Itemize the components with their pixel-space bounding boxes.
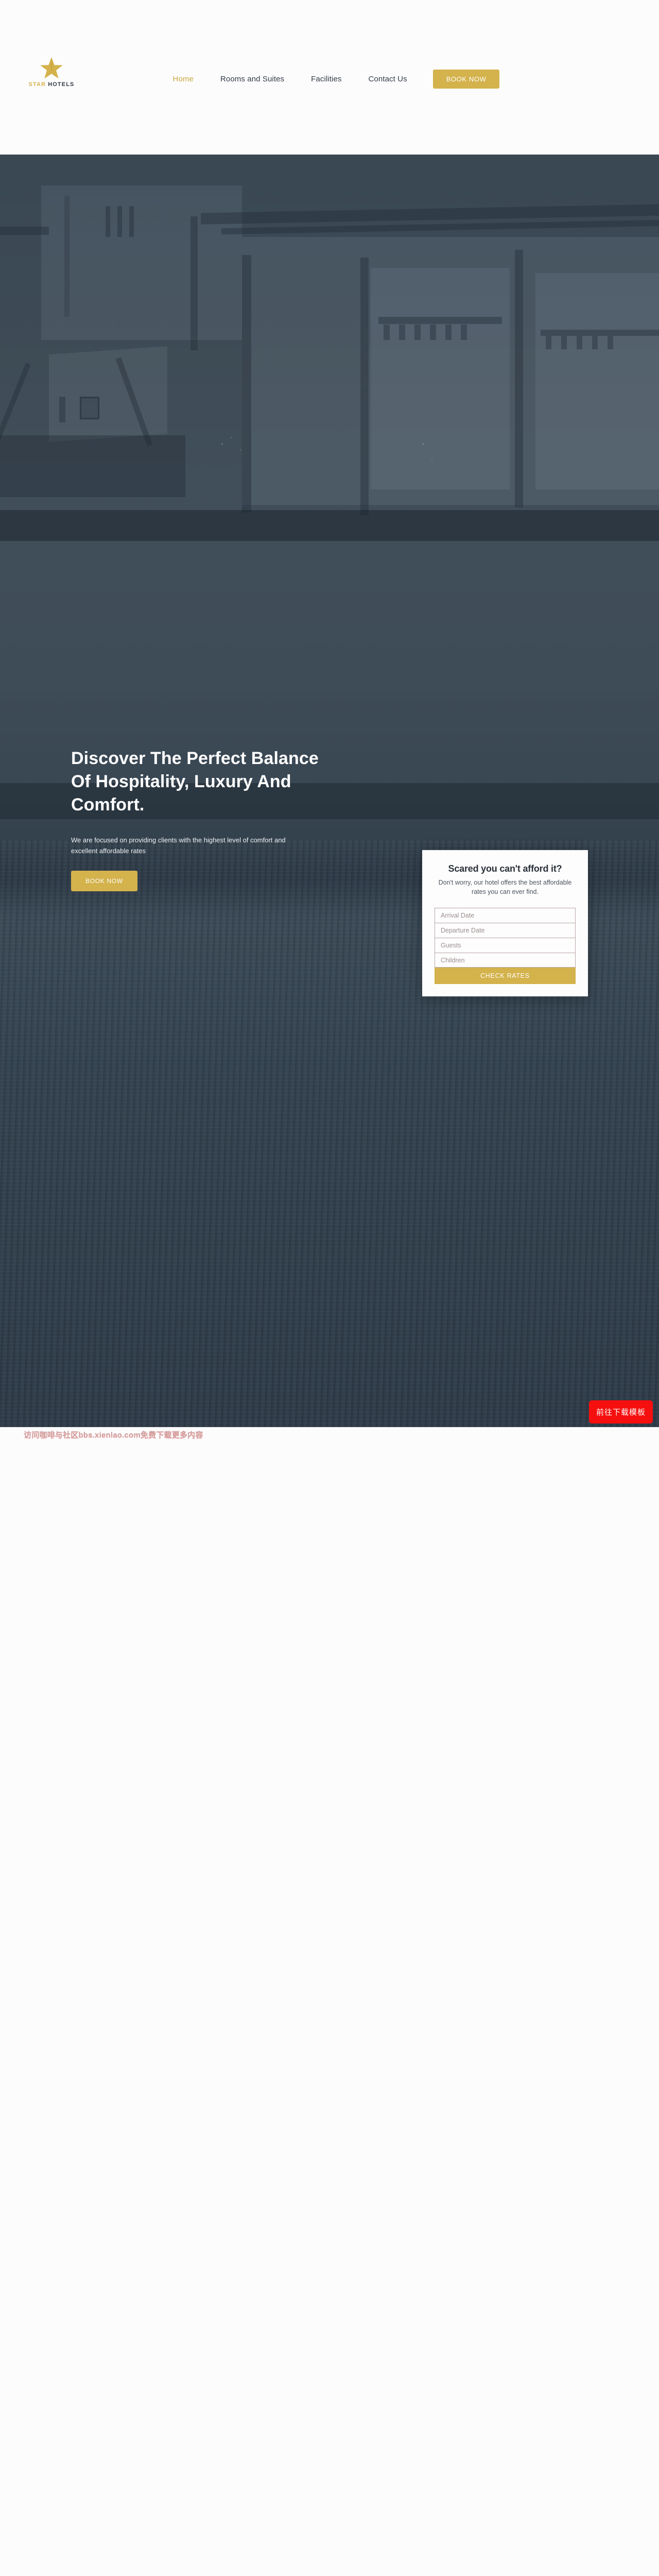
hero-cta-wrap: BOOK NOW (71, 870, 339, 891)
guests-input[interactable] (435, 938, 576, 953)
booking-title: Scared you can't afford it? (448, 863, 562, 874)
departure-date-input[interactable] (435, 923, 576, 938)
header-book-now-button[interactable]: BOOK NOW (432, 70, 500, 89)
arrival-date-input[interactable] (435, 908, 576, 923)
nav-item-contact-us[interactable]: Contact Us (355, 75, 421, 83)
booking-form: CHECK RATES (435, 908, 576, 985)
hero-section: Discover The Perfect Balance Of Hospital… (0, 155, 659, 1427)
nav-item-rooms-and-suites[interactable]: Rooms and Suites (207, 75, 298, 83)
booking-subtitle: Don't worry, our hotel offers the best a… (438, 879, 572, 896)
hero-subtitle: We are focused on providing clients with… (71, 836, 286, 855)
nav-item-home[interactable]: Home (160, 75, 207, 83)
hero-content: Discover The Perfect Balance Of Hospital… (71, 747, 339, 891)
booking-widget: Scared you can't afford it? Don't worry,… (422, 850, 588, 997)
download-template-button[interactable]: 前往下载模板 (588, 1400, 653, 1423)
nav-item-facilities[interactable]: Facilities (298, 75, 355, 83)
check-rates-button[interactable]: CHECK RATES (435, 968, 576, 985)
children-input[interactable] (435, 953, 576, 968)
main-navigation: Home Rooms and Suites Facilities Contact… (0, 70, 659, 89)
hero-book-now-button[interactable]: BOOK NOW (71, 870, 137, 891)
site-watermark: 访问咖啡与社区bbs.xienlao.com免费下载更多内容 (24, 1431, 203, 1439)
hero-title: Discover The Perfect Balance Of Hospital… (71, 749, 319, 815)
site-header: STAR HOTELS Home Rooms and Suites Facili… (0, 0, 659, 155)
